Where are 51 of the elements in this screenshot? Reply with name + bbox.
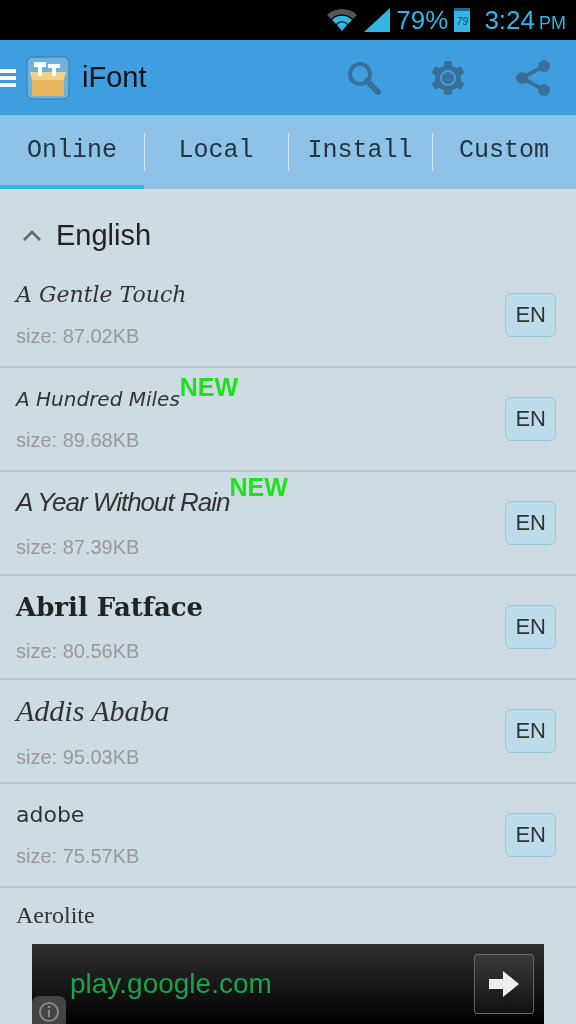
font-row[interactable]: Abril Fatface size: 80.56KB EN	[0, 576, 576, 680]
wifi-icon	[326, 8, 359, 32]
font-size: size: 95.03KB	[16, 745, 141, 769]
box-logo-icon[interactable]	[26, 55, 70, 100]
font-row[interactable]: adobe size: 75.57KB EN	[0, 784, 576, 888]
font-size: size: 87.02KB	[16, 325, 141, 348]
signal-icon	[364, 8, 391, 32]
battery-icon: 79	[454, 8, 471, 32]
language-tag: EN	[505, 709, 556, 753]
font-name: A Year Without Rain	[16, 487, 230, 518]
font-name: Aerolite	[16, 902, 95, 929]
tab[interactable]: Online	[0, 115, 144, 189]
font-name: Addis Ababa	[16, 693, 170, 728]
language-tag: EN	[505, 501, 556, 545]
ad-banner[interactable]: play.google.com	[32, 944, 544, 1024]
language-tag: EN	[505, 293, 556, 337]
share-icon[interactable]	[514, 58, 552, 97]
app-title: iFont	[82, 61, 147, 94]
arrow-button[interactable]	[474, 954, 534, 1014]
tab[interactable]: Custom	[432, 115, 576, 189]
tab[interactable]: Install	[288, 115, 432, 189]
search-icon[interactable]	[346, 59, 382, 96]
font-row[interactable]: A Year Without RainNEW size: 87.39KB EN	[0, 472, 576, 576]
font-name: Abril Fatface	[16, 591, 204, 622]
chevron-icon	[22, 228, 42, 243]
font-size: size: 89.68KB	[16, 428, 141, 452]
battery-percent: 79%	[396, 4, 449, 36]
font-row[interactable]: Aerolite	[0, 888, 576, 942]
clock-period: PM	[539, 12, 566, 34]
language-tag: EN	[505, 605, 556, 649]
new-label: NEW	[179, 372, 239, 401]
font-size: size: 80.56KB	[16, 639, 141, 663]
section-title: English	[56, 219, 152, 252]
language-tag: EN	[505, 397, 556, 441]
info-icon[interactable]	[32, 996, 66, 1024]
ad-link[interactable]: play.google.com	[70, 968, 272, 1000]
settings-icon[interactable]	[430, 59, 466, 96]
menu-icon[interactable]	[0, 66, 16, 89]
font-size: size: 75.57KB	[16, 845, 140, 868]
font-name: A Hundred Miles	[16, 386, 180, 411]
language-tag: EN	[505, 813, 556, 857]
arrow-icon	[489, 971, 519, 997]
section-header[interactable]: English	[0, 189, 576, 264]
font-size: size: 87.39KB	[16, 536, 141, 559]
tab[interactable]: Local	[144, 115, 288, 189]
font-row[interactable]: Addis Ababa size: 95.03KB EN	[0, 680, 576, 784]
new-label: NEW	[229, 473, 288, 501]
font-name: A Gentle Touch	[16, 282, 187, 307]
font-row[interactable]: A Gentle Touch size: 87.02KB EN	[0, 264, 576, 368]
font-name: adobe	[16, 802, 85, 827]
clock: 3:24	[484, 4, 535, 36]
